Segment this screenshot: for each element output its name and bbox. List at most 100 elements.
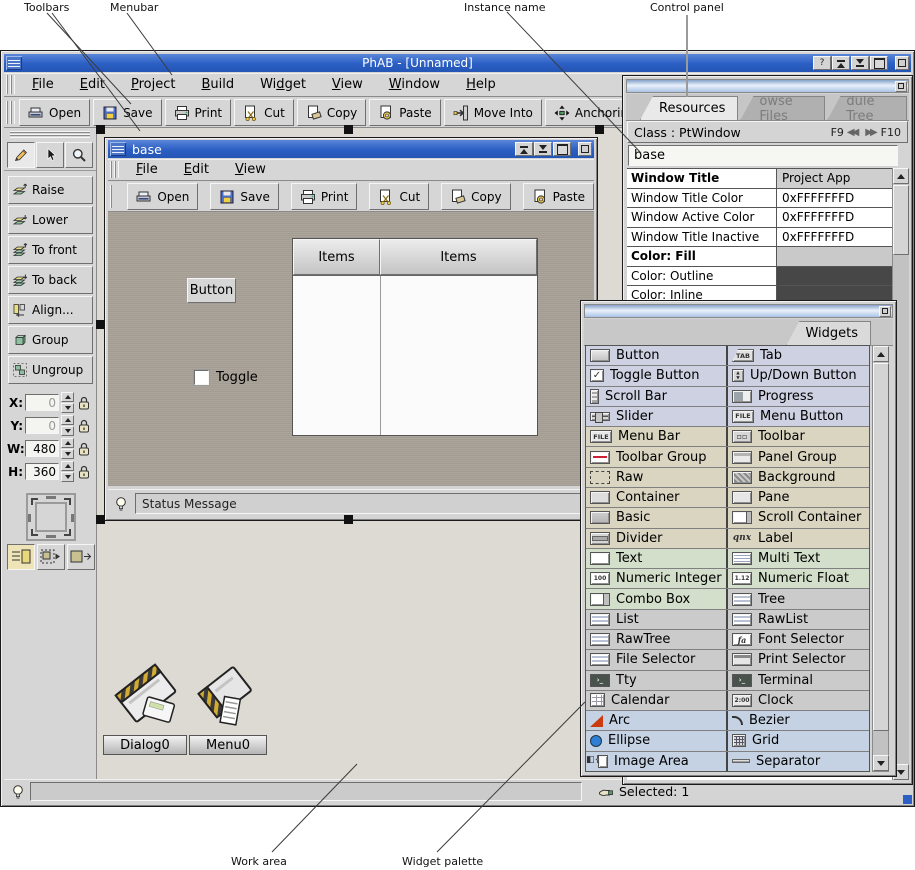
to-back-button[interactable]: To back [8, 266, 93, 294]
spinner[interactable] [61, 438, 74, 459]
palette-item-panel-group[interactable]: Panel Group [726, 447, 869, 466]
base-window-menu-icon[interactable] [110, 142, 126, 156]
toolbar-button-save[interactable]: Save [210, 183, 278, 210]
list-header[interactable]: Items [380, 239, 537, 275]
w-geometry-field[interactable]: 480 [25, 440, 59, 457]
next-class-icon[interactable]: ▶▶ [865, 127, 877, 138]
lock-icon[interactable] [76, 441, 92, 457]
base-titlebar[interactable]: base [108, 140, 594, 158]
control-panel-titlebar[interactable] [626, 79, 909, 93]
palette-item-calendar[interactable]: Calendar [586, 691, 726, 710]
toggle-checkbox[interactable] [194, 370, 209, 385]
palette-item-divider[interactable]: Divider [586, 529, 726, 548]
palette-item-button[interactable]: Button [586, 346, 726, 365]
window-menu-icon[interactable] [6, 56, 22, 70]
module-dialog0[interactable] [106, 658, 190, 738]
palette-titlebar[interactable] [584, 304, 893, 318]
palette-item-numeric-float[interactable]: 1.12Numeric Float [726, 569, 869, 588]
module-label-dialog0[interactable]: Dialog0 [103, 735, 187, 755]
group-button[interactable]: Group [8, 326, 93, 354]
menu-edit[interactable]: Edit [67, 75, 118, 94]
resource-row-window-title-color[interactable]: Window Title Color0xFFFFFFFD [627, 189, 892, 209]
x-geometry-field[interactable]: 0 [25, 394, 59, 411]
palette-item-file-selector[interactable]: File Selector [586, 650, 726, 669]
toolbar-button-paste[interactable]: Paste [369, 99, 440, 126]
palette-item-text[interactable]: Text [586, 549, 726, 568]
palette-item-ellipse[interactable]: Ellipse [586, 731, 726, 750]
instance-name-field[interactable]: base [628, 145, 898, 166]
selection-handle[interactable] [96, 320, 105, 329]
palette-item-clock[interactable]: 2:00Clock [726, 691, 869, 710]
palette-item-separator[interactable]: Separator [726, 752, 869, 771]
module-label-menu0[interactable]: Menu0 [189, 735, 267, 755]
selection-handle[interactable] [344, 125, 353, 134]
selection-handle[interactable] [96, 515, 105, 524]
toolbar-button-open[interactable]: Open [19, 99, 90, 126]
resize-corner[interactable] [903, 795, 912, 804]
palette-item-toolbar-group[interactable]: Toolbar Group [586, 447, 726, 466]
designed-toggle-widget[interactable]: Toggle [194, 370, 258, 385]
resource-row-window-title[interactable]: Window TitleProject App [627, 169, 892, 189]
base-status-bar[interactable]: Status Message [108, 489, 594, 517]
menu-build[interactable]: Build [188, 75, 247, 94]
maximize-button[interactable] [870, 56, 888, 70]
palette-item-multi-text[interactable]: Multi Text [726, 549, 869, 568]
palette-item-terminal[interactable]: Terminal [726, 671, 869, 690]
left-panel-grip[interactable] [10, 131, 90, 138]
selection-handle[interactable] [595, 125, 604, 134]
toolbar-button-cut[interactable]: Cut [369, 183, 429, 210]
toolbar-button-copy[interactable]: Copy [441, 183, 510, 210]
menu-widget[interactable]: Widget [247, 75, 319, 94]
anchor-option-attach-left-button[interactable] [37, 544, 65, 570]
palette-item-print-selector[interactable]: Print Selector [726, 650, 869, 669]
palette-item-scroll-container[interactable]: Scroll Container [726, 508, 869, 527]
scrollbar-thumb[interactable] [873, 363, 889, 731]
toolbar-button-open[interactable]: Open [127, 183, 198, 210]
base-collapse-button[interactable] [515, 142, 533, 156]
palette-item-arc[interactable]: Arc [586, 711, 726, 730]
collapse-button[interactable] [832, 56, 850, 70]
window-frame-button[interactable] [895, 56, 909, 70]
base-expand-button[interactable] [534, 142, 552, 156]
palette-item-background[interactable]: Background [726, 468, 869, 487]
palette-item-list[interactable]: List [586, 610, 726, 629]
palette-scrollbar[interactable] [872, 345, 889, 772]
spinner[interactable] [61, 392, 74, 413]
tool-pencil-icon[interactable] [7, 142, 35, 168]
tab-resources[interactable]: Resources [640, 96, 738, 120]
resource-value[interactable]: 0xFFFFFFFD [777, 189, 892, 208]
scroll-up-icon[interactable] [893, 168, 909, 184]
align-button[interactable]: Align... [8, 296, 93, 324]
palette-item-combo-box[interactable]: Combo Box [586, 589, 726, 608]
palette-item-scroll-bar[interactable]: Scroll Bar [586, 387, 726, 406]
anchor-option-attach-right-button[interactable] [67, 544, 95, 570]
resource-value[interactable]: Project App [777, 169, 892, 188]
raise-button[interactable]: Raise [8, 176, 93, 204]
palette-item-up-down-button[interactable]: Up/Down Button [726, 366, 869, 385]
palette-item-bezier[interactable]: Bezier [726, 711, 869, 730]
menu-view[interactable]: View [319, 75, 376, 94]
menu-edit[interactable]: Edit [171, 160, 222, 179]
palette-item-toggle-button[interactable]: Toggle Button [586, 366, 726, 385]
prev-class-icon[interactable]: ◀◀ [847, 127, 859, 138]
palette-item-tab[interactable]: TABTab [726, 346, 869, 365]
y-geometry-field[interactable]: 0 [25, 417, 59, 434]
menu-view[interactable]: View [222, 160, 279, 179]
base-frame-button[interactable] [578, 142, 592, 156]
control-panel-frame-button[interactable] [895, 81, 907, 92]
toolbar-button-copy[interactable]: Copy [297, 99, 366, 126]
toolbar-grip[interactable] [6, 101, 15, 124]
spinner[interactable] [61, 461, 74, 482]
list-header[interactable]: Items [293, 239, 380, 275]
tab-widgets[interactable]: Widgets [786, 321, 871, 345]
menu-file[interactable]: File [123, 160, 171, 179]
palette-item-rawlist[interactable]: RawList [726, 610, 869, 629]
anchor-option-stretch-button[interactable] [7, 544, 35, 570]
toolbar-button-move-into[interactable]: Move Into [444, 99, 542, 126]
designed-divider-widget[interactable]: Items Items [292, 238, 538, 436]
scrollbar-thumb[interactable] [893, 185, 909, 255]
palette-item-numeric-integer[interactable]: 100Numeric Integer [586, 569, 726, 588]
main-titlebar[interactable]: PhAB - [Unnamed] ? [4, 54, 911, 72]
palette-item-toolbar[interactable]: Toolbar [726, 427, 869, 446]
ungroup-button[interactable]: Ungroup [8, 356, 93, 384]
